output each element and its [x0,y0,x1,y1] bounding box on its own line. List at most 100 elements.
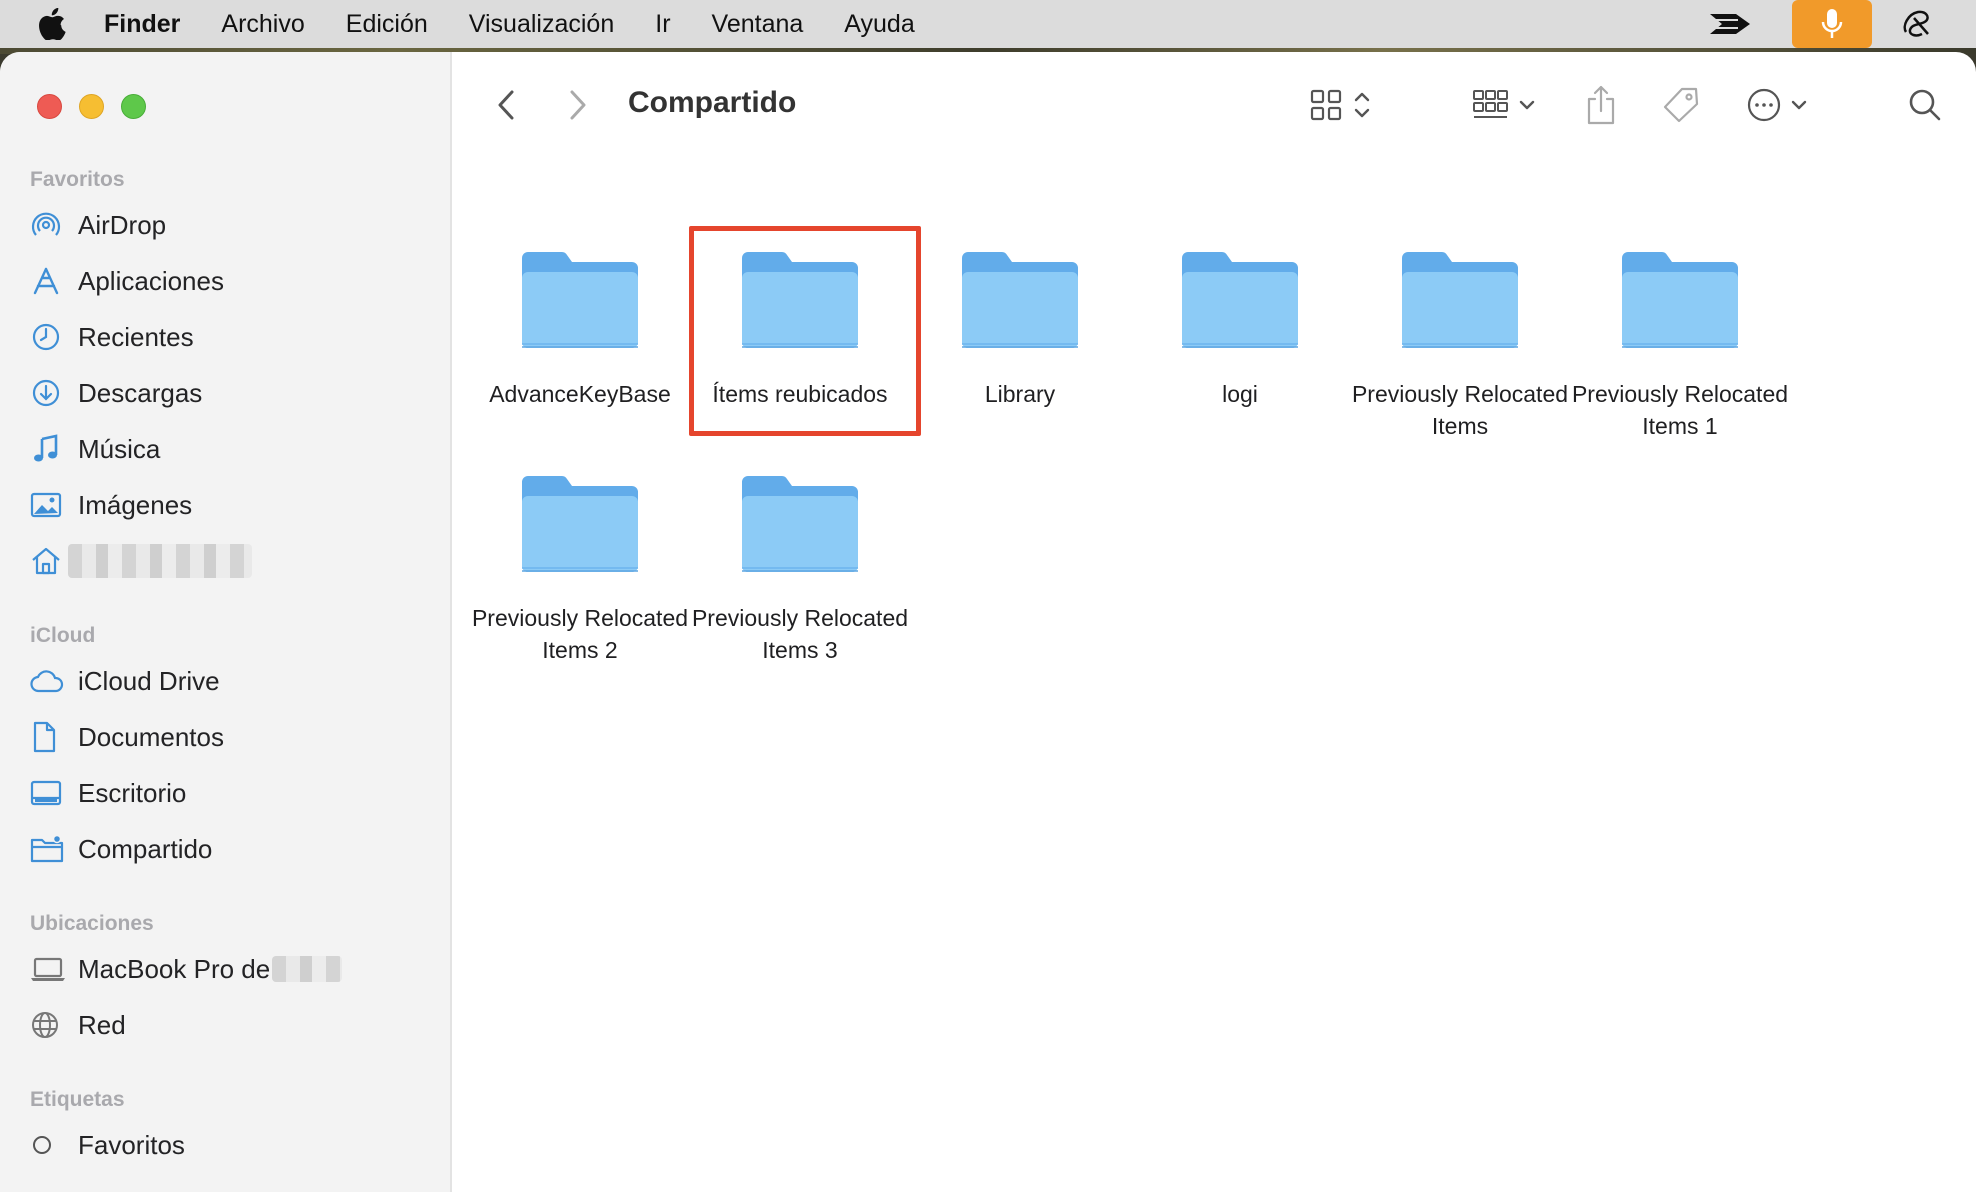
folder-label: Previously Relocated Items [1351,381,1569,439]
menu-bar: Finder Archivo Edición Visualización Ir … [0,0,1976,48]
folder-label: Previously Relocated Items 1 [1571,381,1789,439]
menu-edicion[interactable]: Edición [346,10,428,39]
sidebar-item-compartido[interactable]: Compartido [30,826,212,872]
back-button[interactable] [494,82,518,128]
folder-item-1[interactable]: AdvanceKeyBase [470,248,690,410]
window-controls [37,94,146,119]
group-grid-icon [1473,90,1508,118]
group-button[interactable] [1472,82,1536,128]
chevron-right-icon [570,90,586,120]
forward-button[interactable] [566,82,590,128]
folder-label: AdvanceKeyBase [489,381,671,407]
sidebar-item-red[interactable]: Red [30,1002,126,1048]
folder-label: Library [984,381,1056,407]
home-icon [30,544,68,578]
folder-icon [742,476,858,572]
photos-icon [30,488,68,522]
sidebar: Favoritos AirDrop Aplicaciones Recientes… [0,52,452,1192]
sidebar-item-label: Compartido [78,833,213,864]
sidebar-item-label: Favoritos [78,1129,185,1160]
sidebar-item-label: Imágenes [78,489,193,520]
sidebar-item-label: Escritorio [78,777,187,808]
arrow-status-icon[interactable] [1708,10,1752,38]
zoom-button[interactable] [121,94,146,119]
section-ubicaciones: Ubicaciones [30,912,154,935]
sidebar-item-tag-favoritos[interactable]: Favoritos [30,1122,185,1168]
chevron-updown-icon [1354,92,1370,118]
folder-icon [1182,252,1298,348]
chevron-left-icon [498,90,514,120]
sidebar-item-label: AirDrop [78,209,167,240]
sidebar-item-descargas[interactable]: Descargas [30,370,202,416]
microphone-icon[interactable] [1792,0,1872,48]
sidebar-item-home[interactable] [30,538,252,584]
sidebar-item-label: Descargas [78,377,203,408]
window-title: Compartido [628,86,797,119]
cloud-icon [30,664,68,698]
tag-icon [1663,87,1699,123]
sidebar-item-airdrop[interactable]: AirDrop [30,202,166,248]
sidebar-item-icloud-drive[interactable]: iCloud Drive [30,658,220,704]
share-button[interactable] [1586,82,1616,128]
grid-view-icon [1310,89,1342,121]
folder-item-7[interactable]: Previously Relocated Items 2 [470,472,690,666]
folder-label: Ítems reubicados [712,381,888,407]
search-button[interactable] [1908,82,1942,128]
folder-item-6[interactable]: Previously Relocated Items 1 [1570,248,1790,442]
tag-button[interactable] [1662,82,1700,128]
more-actions-button[interactable] [1746,82,1808,128]
desktop-icon [30,776,68,810]
menu-ventana[interactable]: Ventana [712,10,804,39]
sidebar-item-label: Música [78,433,161,464]
folder-item-8[interactable]: Previously Relocated Items 3 [690,472,910,666]
folder-icon [522,252,638,348]
sidebar-item-macbook[interactable]: MacBook Pro de [30,946,343,992]
menu-ayuda[interactable]: Ayuda [844,10,914,39]
menu-archivo[interactable]: Archivo [221,10,304,39]
download-icon [30,376,68,410]
folder-item-3[interactable]: Library [910,248,1130,410]
folder-label: Previously Relocated Items 3 [691,605,909,663]
folder-label: logi [1222,381,1258,407]
folder-icon [742,252,858,348]
sidebar-item-aplicaciones[interactable]: Aplicaciones [30,258,224,304]
tag-circle-icon [30,1128,68,1162]
menu-visualizacion[interactable]: Visualización [469,10,614,39]
airdrop-icon [30,208,68,242]
sidebar-item-label: iCloud Drive [78,665,220,696]
finder-window: Favoritos AirDrop Aplicaciones Recientes… [0,52,1976,1192]
sidebar-item-label: MacBook Pro de [78,953,271,984]
folder-icon [1402,252,1518,348]
folder-icon [1622,252,1738,348]
view-mode-button[interactable] [1310,82,1372,128]
menu-app-finder[interactable]: Finder [104,10,180,39]
section-etiquetas: Etiquetas [30,1088,125,1111]
globe-icon [30,1008,68,1042]
sidebar-item-label: Recientes [78,321,194,352]
sidebar-item-label: Aplicaciones [78,265,224,296]
folder-icon [962,252,1078,348]
chevron-down-icon [1519,100,1535,110]
sidebar-item-imagenes[interactable]: Imágenes [30,482,192,528]
sidebar-item-documentos[interactable]: Documentos [30,714,224,760]
laptop-icon [30,952,68,986]
menu-ir[interactable]: Ir [655,10,670,39]
sidebar-item-musica[interactable]: Música [30,426,160,472]
music-icon [30,432,68,466]
sidebar-item-escritorio[interactable]: Escritorio [30,770,186,816]
script-status-icon[interactable] [1900,8,1934,40]
ellipsis-circle-icon [1747,88,1781,122]
sidebar-item-recientes[interactable]: Recientes [30,314,194,360]
minimize-button[interactable] [79,94,104,119]
redacted-username [68,544,252,578]
apple-menu-icon[interactable] [0,8,104,40]
folder-label: Previously Relocated Items 2 [471,605,689,663]
redacted-username [272,956,343,982]
folder-item-5[interactable]: Previously Relocated Items [1350,248,1570,442]
applications-icon [30,264,68,298]
folder-item-2[interactable]: Ítems reubicados [690,248,910,410]
sidebar-item-label: Documentos [78,721,224,752]
folder-item-4[interactable]: logi [1130,248,1350,410]
section-favoritos: Favoritos [30,168,125,191]
close-button[interactable] [37,94,62,119]
